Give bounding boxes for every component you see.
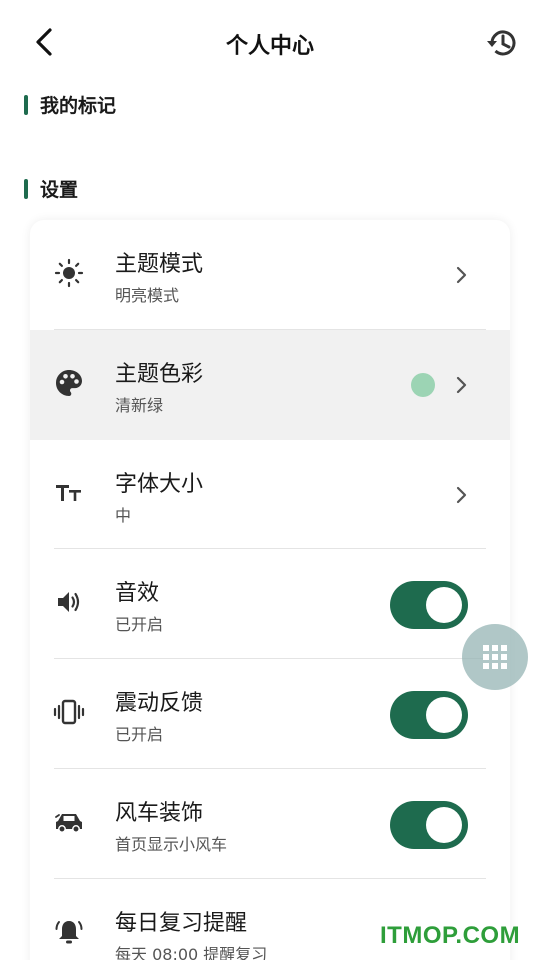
windmill-toggle[interactable] [390, 801, 468, 849]
section-title: 设置 [40, 179, 79, 201]
settings-item-label: 震动反馈 [115, 691, 204, 716]
history-icon [487, 30, 516, 56]
color-swatch [411, 373, 435, 397]
vibration-icon [52, 695, 86, 729]
settings-item-vibration: 震动反馈 已开启 [30, 659, 510, 769]
settings-item-value: 中 [115, 506, 132, 525]
settings-item-value: 已开启 [115, 725, 164, 744]
settings-item-value: 明亮模式 [115, 286, 180, 305]
settings-item-label: 音效 [115, 581, 160, 606]
car-icon [52, 805, 86, 839]
section-title: 我的标记 [40, 95, 117, 117]
settings-item-label: 主题模式 [115, 252, 204, 277]
toggle-knob [426, 807, 462, 843]
page-title: 个人中心 [225, 34, 314, 59]
section-accent-bar [24, 178, 28, 199]
text-size-icon [52, 476, 86, 510]
chevron-right-icon [452, 484, 470, 506]
section-accent-bar [24, 94, 28, 115]
settings-item-value: 清新绿 [115, 396, 164, 415]
vibration-toggle[interactable] [390, 691, 468, 739]
section-settings: 设置 [24, 175, 78, 202]
sound-toggle[interactable] [390, 581, 468, 629]
settings-item-sound: 音效 已开启 [30, 549, 510, 659]
settings-item-font-size[interactable]: 字体大小 中 [30, 440, 510, 550]
settings-item-label: 风车装饰 [115, 801, 204, 826]
toggle-knob [426, 587, 462, 623]
speaker-icon [52, 585, 86, 619]
settings-item-label: 主题色彩 [115, 362, 204, 387]
settings-item-theme-color[interactable]: 主题色彩 清新绿 [30, 330, 510, 440]
watermark: ITMOP.COM [380, 922, 521, 949]
settings-item-label: 字体大小 [115, 472, 204, 497]
settings-item-theme-mode[interactable]: 主题模式 明亮模式 [30, 220, 510, 330]
alarm-bell-icon [52, 915, 86, 949]
toggle-knob [426, 697, 462, 733]
palette-icon [52, 366, 86, 400]
floating-menu-button[interactable] [462, 624, 528, 690]
grid-icon [483, 645, 507, 669]
settings-item-windmill: 风车装饰 首页显示小风车 [30, 769, 510, 879]
chevron-right-icon [452, 374, 470, 396]
chevron-right-icon [452, 264, 470, 286]
settings-item-label: 每日复习提醒 [115, 911, 248, 936]
settings-item-value: 已开启 [115, 615, 164, 634]
sun-icon [52, 256, 86, 290]
settings-item-value: 每天 08:00 提醒复习 [115, 945, 268, 960]
section-my-marks: 我的标记 [24, 91, 116, 118]
settings-item-value: 首页显示小风车 [115, 835, 228, 854]
settings-card: 主题模式 明亮模式 主题色彩 清新绿 字体大小 中 音效 已开启 震动反馈 已开… [30, 220, 510, 960]
history-button[interactable] [484, 24, 522, 62]
top-bar: 个人中心 [0, 0, 540, 86]
